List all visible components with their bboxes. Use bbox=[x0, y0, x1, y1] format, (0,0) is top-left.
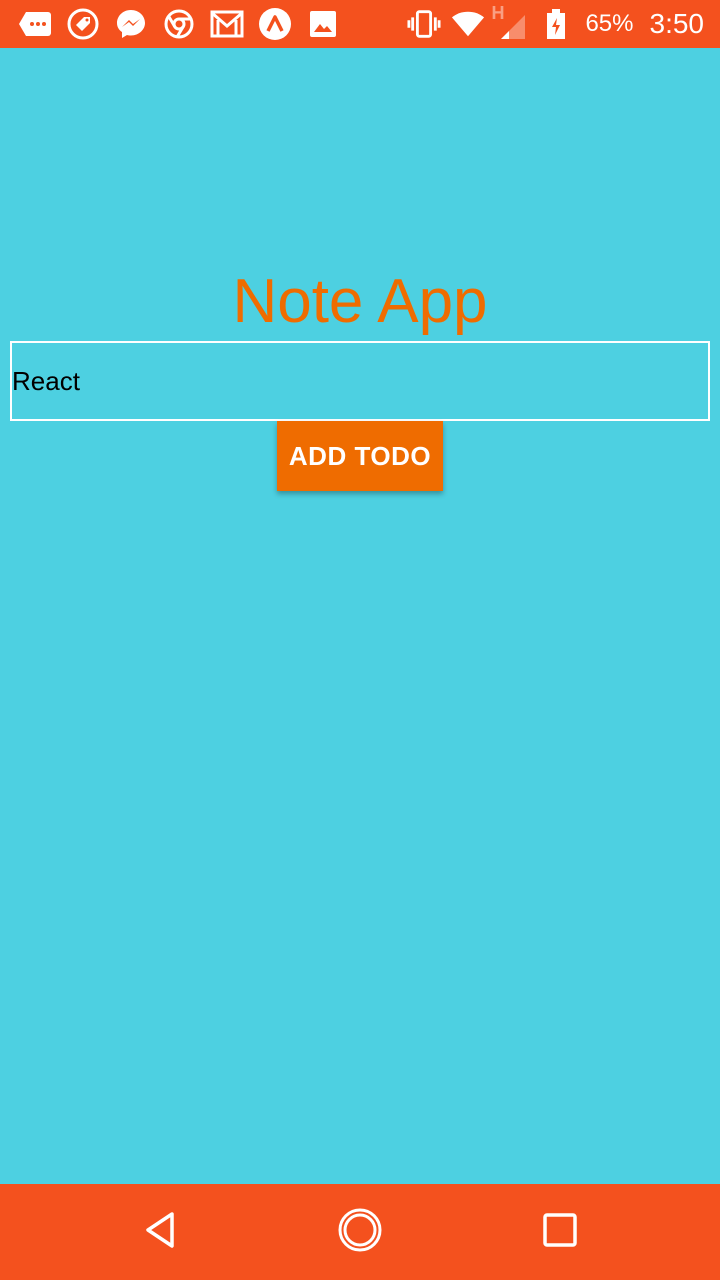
todo-input[interactable] bbox=[10, 341, 710, 421]
chrome-icon bbox=[162, 7, 196, 41]
back-icon bbox=[140, 1210, 180, 1255]
recents-button[interactable] bbox=[536, 1208, 584, 1256]
recents-icon bbox=[542, 1212, 578, 1253]
messenger-icon bbox=[114, 7, 148, 41]
navigation-bar bbox=[0, 1184, 720, 1280]
page-title: Note App bbox=[232, 267, 488, 336]
chat-bubble-icon bbox=[18, 7, 52, 41]
notification-icons bbox=[18, 7, 340, 41]
back-button[interactable] bbox=[136, 1208, 184, 1256]
home-button[interactable] bbox=[336, 1208, 384, 1256]
battery-charging-icon bbox=[539, 7, 573, 41]
cell-signal-icon: H bbox=[491, 3, 529, 41]
home-icon bbox=[337, 1207, 383, 1258]
arrow-app-icon bbox=[258, 7, 292, 41]
system-icons: H 65% 3:50 bbox=[407, 3, 705, 41]
add-todo-button[interactable]: ADD TODO bbox=[277, 421, 443, 491]
wifi-icon bbox=[451, 7, 485, 41]
battery-percent: 65% bbox=[585, 10, 634, 37]
status-bar: H 65% 3:50 bbox=[0, 0, 720, 48]
network-type-label: H bbox=[491, 3, 505, 23]
image-icon bbox=[306, 7, 340, 41]
app-screen: H 65% 3:50 Note App ADD TODO bbox=[0, 0, 720, 1280]
clock: 3:50 bbox=[649, 8, 705, 39]
tag-icon bbox=[66, 7, 100, 41]
vibrate-icon bbox=[407, 7, 441, 41]
gmail-icon bbox=[210, 7, 244, 41]
